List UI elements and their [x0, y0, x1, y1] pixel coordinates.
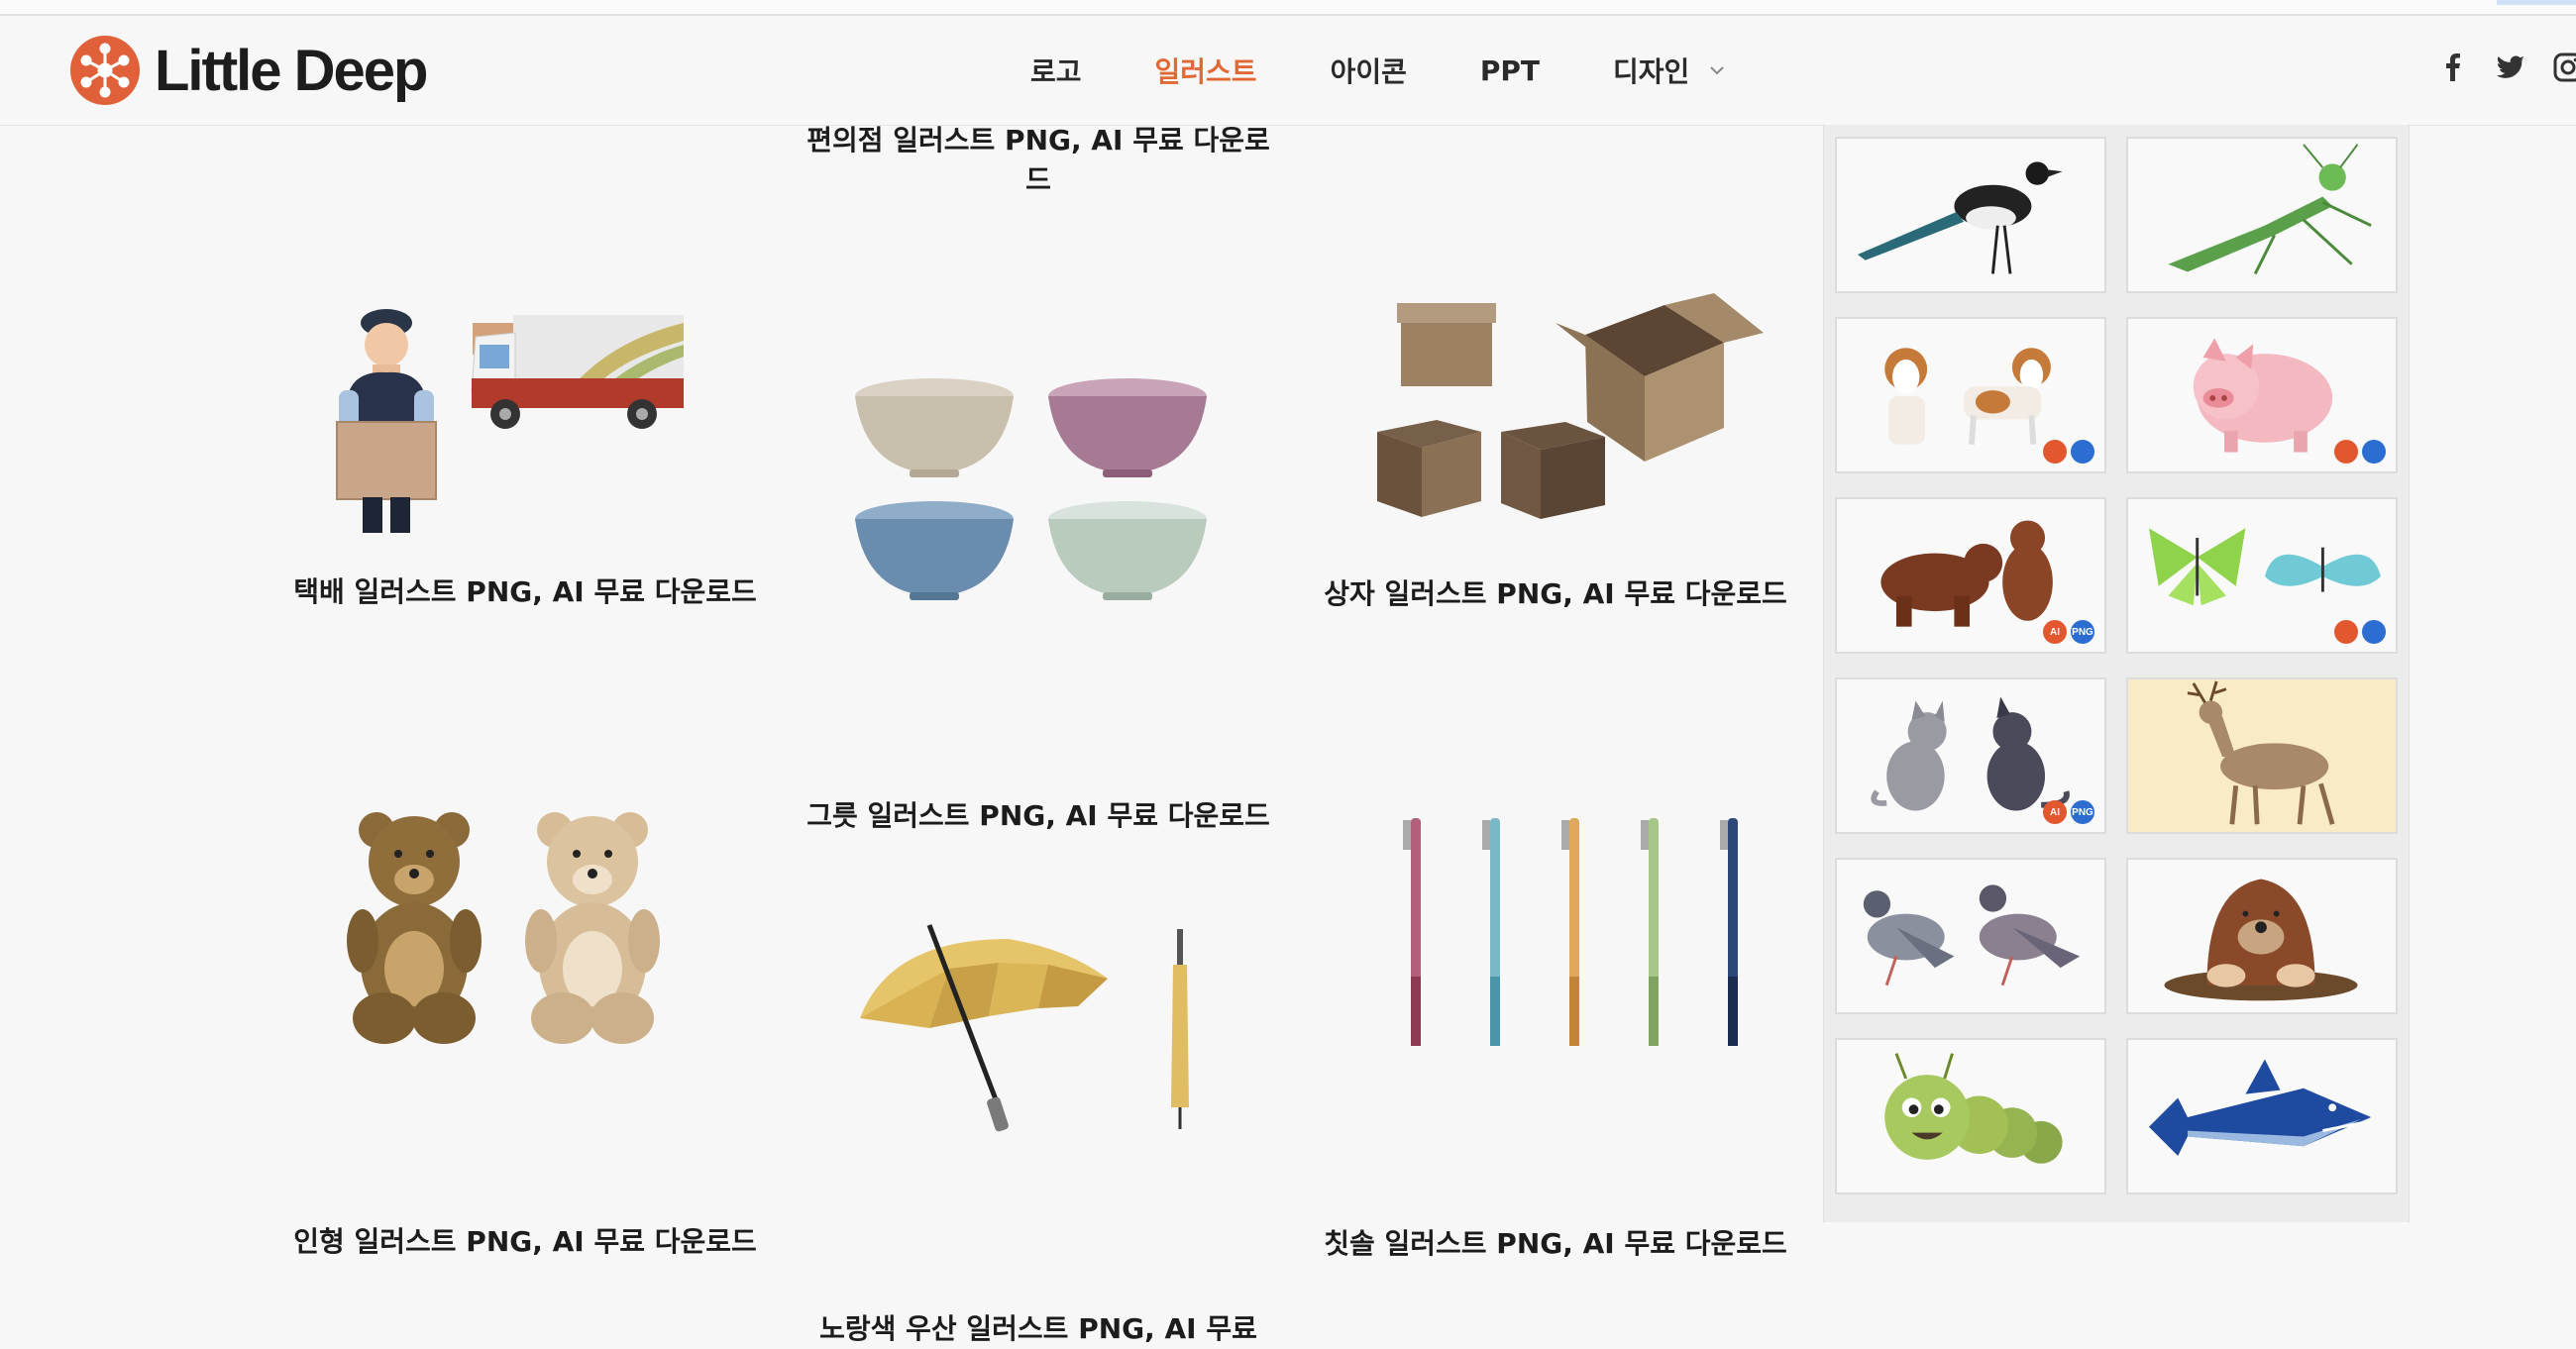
- nav-item-icon[interactable]: 아이콘: [1331, 51, 1407, 90]
- post-title[interactable]: 그릇 일러스트 PNG, AI 무료 다운로드: [781, 796, 1296, 836]
- thumb-magpie[interactable]: [1835, 137, 2106, 293]
- post-title[interactable]: 상자 일러스트 PNG, AI 무료 다운로드: [1298, 574, 1813, 614]
- format-badges: AI PNG: [2043, 800, 2094, 824]
- post-title[interactable]: 택배 일러스트 PNG, AI 무료 다운로드: [268, 572, 783, 612]
- thumb-dogs[interactable]: [1835, 317, 2106, 473]
- png-badge-label: PNG: [2071, 620, 2094, 644]
- teddy-bears-illustration: [347, 812, 660, 1044]
- post-title[interactable]: 편의점 일러스트 PNG, AI 무료 다운로드: [805, 121, 1271, 200]
- logo-mark-icon: [70, 36, 140, 105]
- ai-badge-label: AI: [2043, 620, 2067, 644]
- thumb-mantis[interactable]: [2126, 137, 2398, 293]
- site-logo[interactable]: Little Deep: [69, 34, 428, 107]
- thumb-shark[interactable]: [2126, 1038, 2398, 1194]
- thumb-caterpillar[interactable]: [1835, 1038, 2106, 1194]
- format-badges: AI PNG: [2043, 620, 2094, 644]
- delivery-illustration: [336, 309, 684, 533]
- social-links: [2437, 52, 2576, 83]
- twitter-icon[interactable]: [2495, 52, 2526, 83]
- nav-item-logo[interactable]: 로고: [1030, 51, 1082, 90]
- format-badges: [2043, 440, 2094, 464]
- nav-item-illustration[interactable]: 일러스트: [1155, 51, 1257, 90]
- png-badge-icon: [2362, 620, 2386, 644]
- format-badges: [2334, 440, 2386, 464]
- png-badge-label: PNG: [2071, 800, 2094, 824]
- post-title[interactable]: 칫솔 일러스트 PNG, AI 무료 다운로드: [1298, 1224, 1813, 1264]
- format-badges: [2334, 620, 2386, 644]
- post-title[interactable]: 노랑색 우산 일러스트 PNG, AI 무료: [781, 1309, 1296, 1349]
- related-sidebar: AI PNG AI PNG: [1823, 125, 2410, 1222]
- browser-top-edge: [0, 0, 2576, 16]
- ai-badge-icon: [2334, 620, 2358, 644]
- ai-badge-label: AI: [2043, 800, 2067, 824]
- ai-badge-icon: [2043, 440, 2067, 464]
- toothbrushes-illustration: [1403, 818, 1738, 1046]
- ai-badge-icon: [2334, 440, 2358, 464]
- chevron-down-icon: [1710, 66, 1725, 75]
- site-header: Little Deep 로고 일러스트 아이콘 PPT 디자인: [0, 16, 2576, 126]
- site-name: Little Deep: [155, 38, 428, 103]
- nav-item-ppt[interactable]: PPT: [1480, 54, 1540, 87]
- thumb-pig[interactable]: [2126, 317, 2398, 473]
- boxes-illustration: [1377, 293, 1764, 519]
- post-title[interactable]: 인형 일러스트 PNG, AI 무료 다운로드: [268, 1222, 783, 1262]
- post-grid: 편의점 일러스트 PNG, AI 무료 다운로드 택배 일러스트 PNG, AI…: [268, 124, 1813, 1345]
- instagram-icon[interactable]: [2552, 52, 2576, 83]
- facebook-icon[interactable]: [2437, 52, 2469, 83]
- thumb-pigeons[interactable]: [1835, 858, 2106, 1014]
- png-badge-icon: [2362, 440, 2386, 464]
- png-badge-icon: [2071, 440, 2094, 464]
- thumb-mole[interactable]: [2126, 858, 2398, 1014]
- umbrella-illustration: [860, 924, 1189, 1132]
- thumb-butterflies[interactable]: [2126, 497, 2398, 654]
- bowls-illustration: [855, 378, 1207, 600]
- nav-item-design-label: 디자인: [1613, 55, 1690, 88]
- thumb-deer[interactable]: [2126, 677, 2398, 834]
- main-nav: 로고 일러스트 아이콘 PPT 디자인: [1030, 46, 1800, 95]
- thumb-bears[interactable]: AI PNG: [1835, 497, 2106, 654]
- nav-item-design[interactable]: 디자인: [1613, 51, 1727, 90]
- thumb-cats[interactable]: AI PNG: [1835, 677, 2106, 834]
